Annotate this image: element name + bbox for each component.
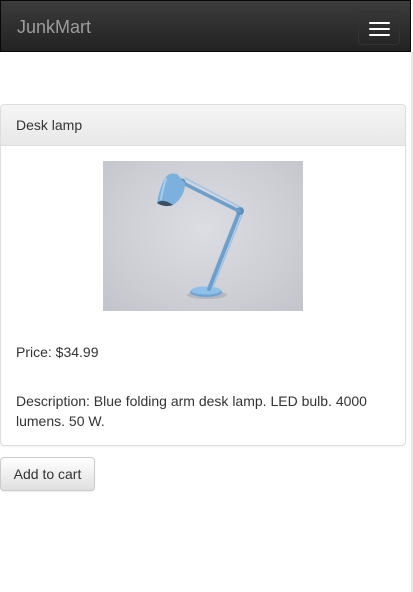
product-panel: Desk lamp Price: $34.99 Description: Blu… [0,104,406,446]
product-image [103,161,303,311]
product-description: Description: Blue folding arm desk lamp.… [16,393,367,429]
navbar-toggle-button[interactable] [358,11,400,45]
product-title: Desk lamp [1,105,405,146]
add-to-cart-button[interactable]: Add to cart [0,457,95,491]
product-price: Price: $34.99 [16,344,99,360]
brand-link[interactable]: JunkMart [17,16,91,38]
navbar: JunkMart [0,0,411,52]
